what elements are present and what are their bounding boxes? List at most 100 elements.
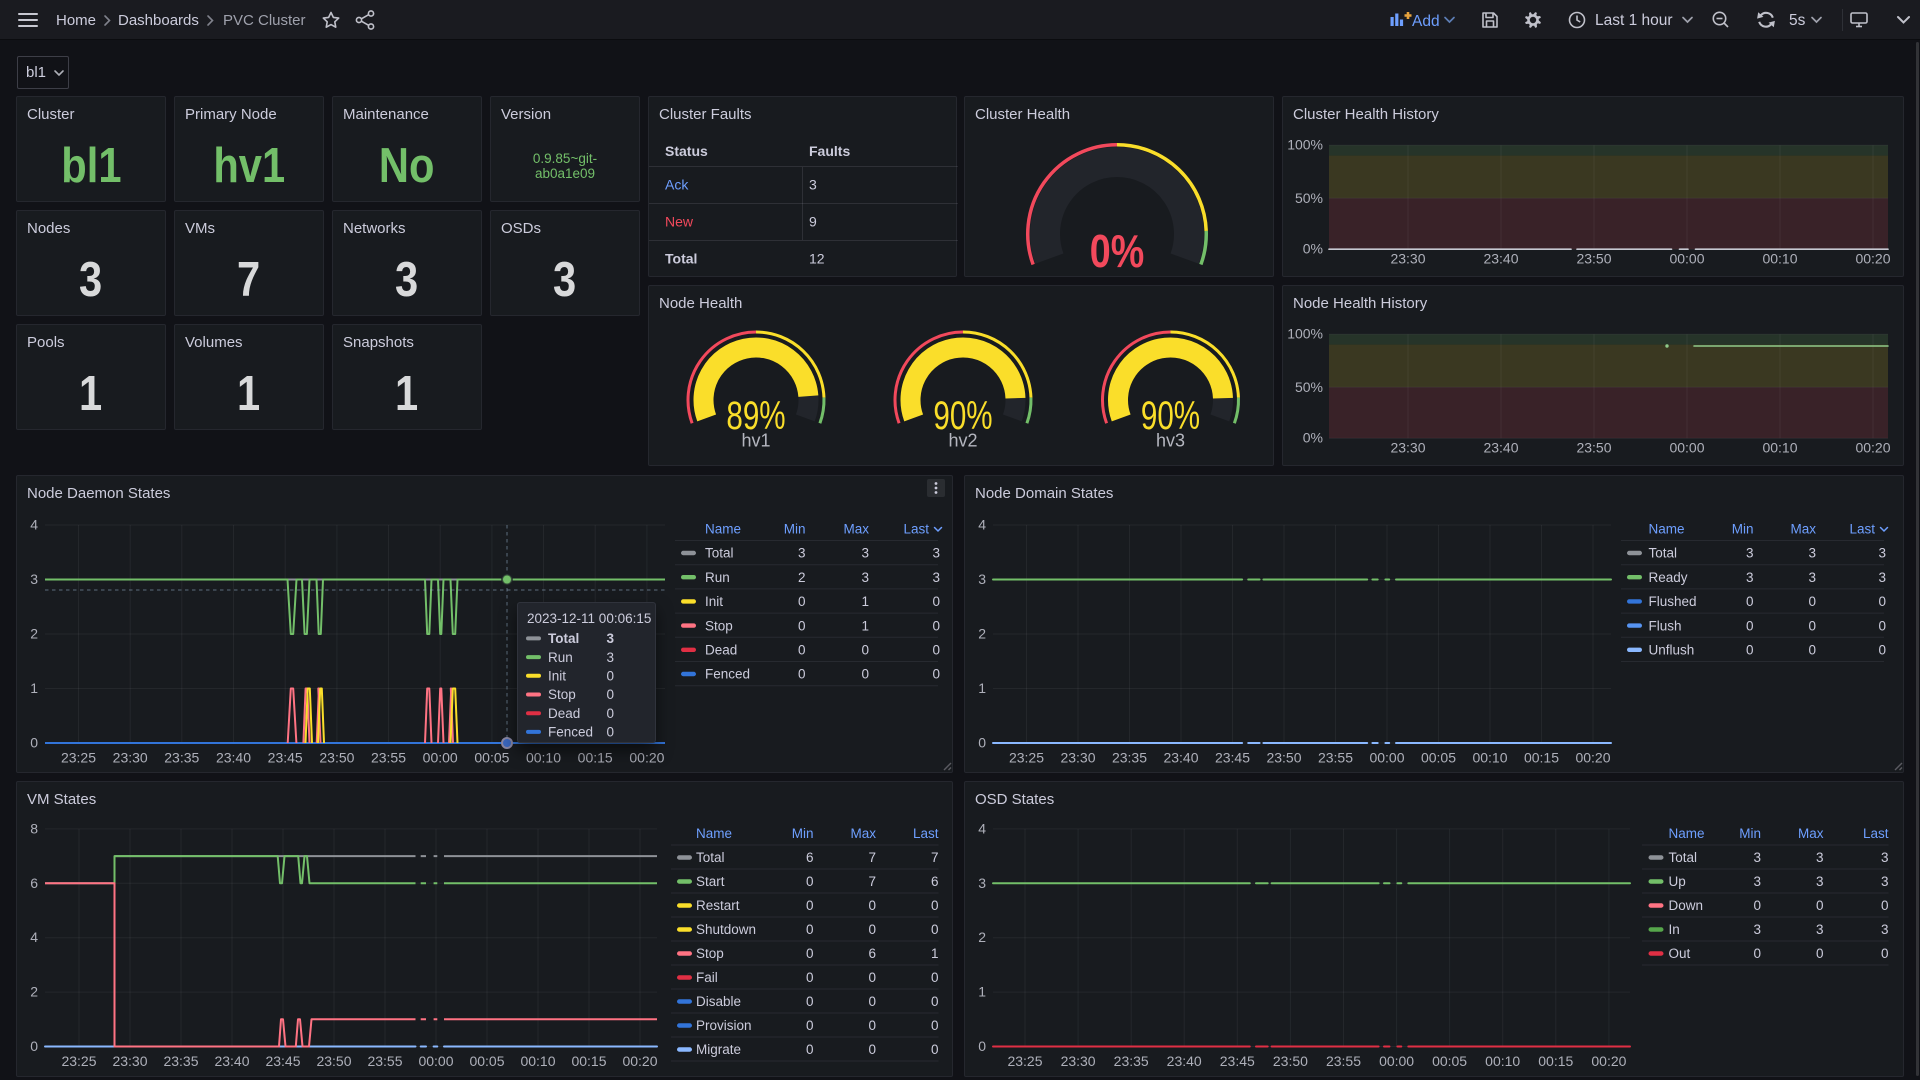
svg-text:0: 0 [30,735,38,751]
svg-text:0: 0 [1878,618,1886,633]
svg-text:0: 0 [931,970,939,985]
svg-text:0: 0 [806,946,814,961]
svg-text:3: 3 [1753,922,1761,937]
svg-text:23:50: 23:50 [1273,1053,1308,1069]
svg-text:Min: Min [1732,522,1754,537]
svg-text:23:25: 23:25 [61,750,96,766]
svg-text:Run: Run [548,650,573,665]
svg-text:Min: Min [1739,826,1761,841]
svg-text:100%: 100% [1287,326,1323,342]
svg-text:Max: Max [850,826,876,841]
svg-text:0: 0 [1753,946,1761,961]
svg-text:Total: Total [665,251,697,267]
svg-text:Start: Start [696,874,725,889]
svg-text:2: 2 [978,929,986,945]
svg-text:0: 0 [606,725,614,740]
svg-text:0: 0 [1816,898,1824,913]
svg-text:Stop: Stop [696,946,724,961]
svg-text:0: 0 [1746,618,1754,633]
svg-text:0: 0 [868,1018,876,1033]
svg-text:0: 0 [1878,643,1886,658]
svg-text:3: 3 [1878,570,1886,585]
svg-text:3: 3 [1746,570,1754,585]
svg-text:12: 12 [809,251,825,267]
svg-text:0: 0 [1881,946,1889,961]
svg-text:00:20: 00:20 [622,1053,657,1069]
svg-text:23:55: 23:55 [1318,750,1353,766]
svg-text:0: 0 [932,643,940,658]
svg-text:1: 1 [931,946,939,961]
svg-text:3: 3 [1808,546,1816,561]
svg-text:3: 3 [606,631,614,646]
svg-text:6: 6 [931,874,939,889]
svg-text:23:55: 23:55 [1326,1053,1361,1069]
svg-text:23:40: 23:40 [216,750,251,766]
svg-text:3: 3 [30,571,38,587]
svg-text:23:50: 23:50 [1576,251,1611,267]
svg-text:Total: Total [696,850,725,865]
svg-text:Up: Up [1669,874,1686,889]
svg-text:hv2: hv2 [948,431,977,451]
svg-text:Min: Min [784,522,806,537]
svg-text:00:20: 00:20 [1575,750,1610,766]
svg-text:0: 0 [806,994,814,1009]
svg-text:0: 0 [606,669,614,684]
svg-text:23:50: 23:50 [319,750,354,766]
svg-text:0: 0 [868,970,876,985]
svg-text:Name: Name [696,826,732,841]
svg-text:3: 3 [1816,850,1824,865]
svg-text:50%: 50% [1295,379,1323,395]
svg-text:Max: Max [1798,826,1824,841]
svg-text:Init: Init [548,669,566,684]
svg-text:Stop: Stop [548,687,576,702]
svg-text:00:00: 00:00 [418,1053,453,1069]
svg-text:Total: Total [548,631,579,646]
svg-text:Out: Out [1669,946,1691,961]
svg-text:0: 0 [932,618,940,633]
svg-text:23:40: 23:40 [1167,1053,1202,1069]
svg-text:Total: Total [705,546,734,561]
svg-text:Migrate: Migrate [696,1042,741,1057]
svg-text:3: 3 [1878,546,1886,561]
svg-text:0: 0 [1881,898,1889,913]
svg-text:23:40: 23:40 [1163,750,1198,766]
svg-text:0: 0 [806,922,814,937]
svg-text:8: 8 [30,820,38,836]
svg-text:Fenced: Fenced [705,667,750,682]
svg-text:In: In [1669,922,1680,937]
svg-text:Max: Max [843,522,869,537]
svg-text:0: 0 [1808,643,1816,658]
svg-text:100%: 100% [1287,137,1323,153]
svg-text:23:30: 23:30 [113,750,148,766]
svg-text:Dead: Dead [705,643,737,658]
svg-text:Fail: Fail [696,970,718,985]
svg-text:0: 0 [931,1042,939,1057]
svg-text:00:15: 00:15 [571,1053,606,1069]
svg-text:Run: Run [705,570,730,585]
svg-text:23:30: 23:30 [1390,251,1425,267]
svg-text:2: 2 [30,626,38,642]
svg-text:Last: Last [903,522,929,537]
svg-text:PVC Cluster: PVC Cluster [223,12,306,29]
svg-text:4: 4 [30,929,38,945]
svg-text:3: 3 [932,546,940,561]
svg-text:Total: Total [1669,850,1698,865]
svg-text:23:25: 23:25 [61,1053,96,1069]
svg-text:23:30: 23:30 [1390,440,1425,456]
svg-text:00:00: 00:00 [1369,750,1404,766]
svg-text:23:35: 23:35 [163,1053,198,1069]
svg-text:00:10: 00:10 [1762,251,1797,267]
svg-text:23:25: 23:25 [1007,1053,1042,1069]
svg-text:6: 6 [868,946,876,961]
svg-text:23:55: 23:55 [371,750,406,766]
svg-text:00:10: 00:10 [520,1053,555,1069]
svg-text:1: 1 [30,680,38,696]
svg-text:3: 3 [1753,874,1761,889]
svg-text:Last: Last [913,826,939,841]
svg-text:23:30: 23:30 [112,1053,147,1069]
svg-text:0: 0 [1816,946,1824,961]
svg-text:23:35: 23:35 [1114,1053,1149,1069]
svg-text:6: 6 [30,875,38,891]
svg-text:0: 0 [932,667,940,682]
svg-text:5s: 5s [1789,12,1806,29]
